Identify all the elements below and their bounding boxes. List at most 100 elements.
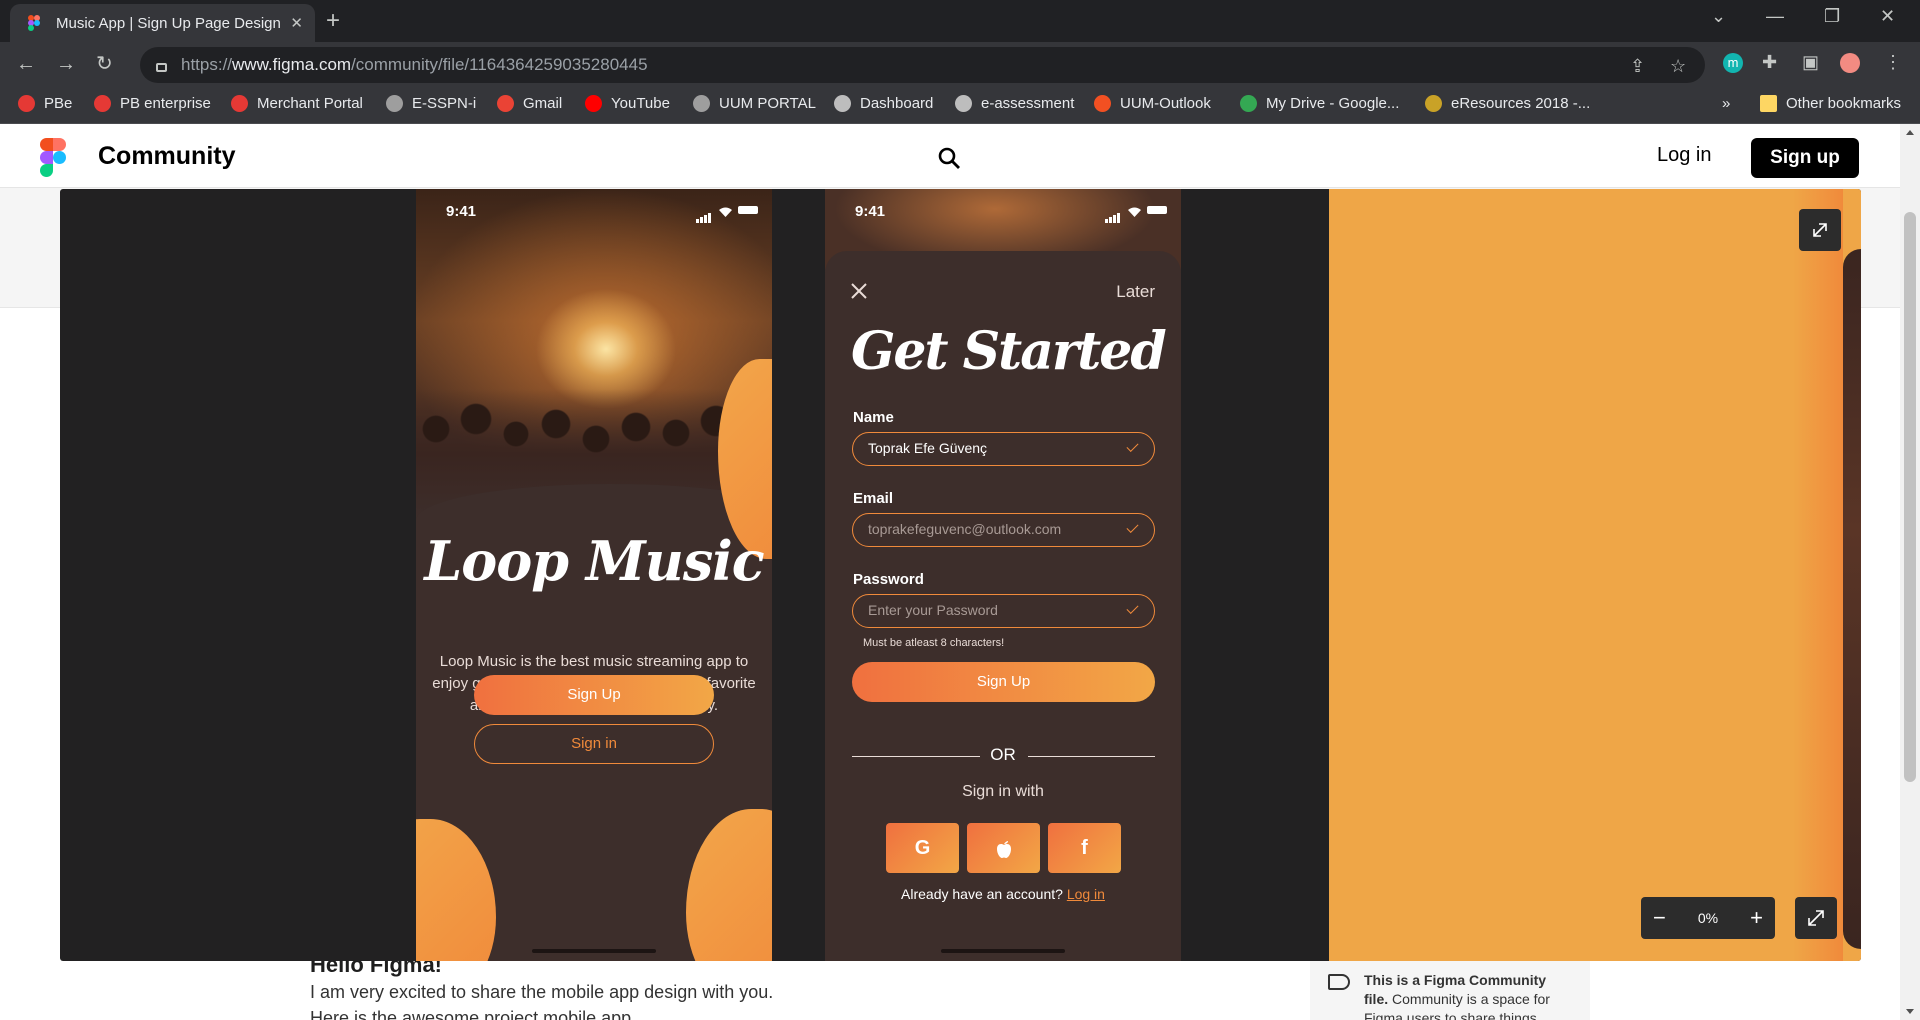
- bookmark-item[interactable]: E-SSPN-i: [386, 95, 476, 112]
- figma-favicon-icon: [26, 15, 42, 31]
- restore-icon[interactable]: ❐: [1824, 6, 1840, 27]
- bookmark-favicon-icon: [497, 95, 514, 112]
- signal-icon: [1105, 205, 1121, 223]
- menu-kebab-icon[interactable]: ⋮: [1884, 52, 1902, 73]
- url-text: https://www.figma.com/community/file/116…: [181, 55, 648, 74]
- name-field[interactable]: Toprak Efe Güvenç: [852, 432, 1155, 466]
- scroll-down-icon[interactable]: [1906, 1009, 1914, 1014]
- bookmark-item[interactable]: UUM PORTAL: [693, 95, 816, 112]
- password-hint: Must be atleast 8 characters!: [863, 637, 1005, 649]
- wifi-icon: [1128, 204, 1141, 217]
- signup-sheet: Later Get Started Name Toprak Efe Güvenç…: [825, 251, 1181, 961]
- bookmark-item[interactable]: UUM-Outlook: [1094, 95, 1211, 112]
- bookmarks-bar: eResources 2018 -... My Drive - Google...…: [0, 88, 1920, 124]
- get-started-title: Get Started: [851, 321, 1167, 382]
- or-separator: OR: [990, 745, 1016, 764]
- wifi-icon: [719, 204, 732, 217]
- frame-gradient-edge: [1793, 189, 1843, 961]
- new-tab-icon[interactable]: +: [326, 8, 340, 34]
- zoom-in-button[interactable]: +: [1750, 907, 1763, 929]
- profile-extension-icon[interactable]: m: [1723, 53, 1743, 73]
- bookmark-item[interactable]: YouTube: [585, 95, 670, 112]
- bookmark-label: E-SSPN-i: [412, 95, 477, 112]
- other-bookmarks-label: Other bookmarks: [1786, 95, 1902, 112]
- bookmark-item[interactable]: Merchant Portal: [231, 95, 363, 112]
- zoom-out-button[interactable]: −: [1653, 907, 1666, 929]
- check-icon: [1126, 520, 1139, 534]
- bookmark-label: eResources 2018 -...: [1451, 95, 1591, 112]
- email-field[interactable]: toprakefeguvenc@outlook.com: [852, 513, 1155, 547]
- bookmark-item[interactable]: Gmail: [497, 95, 562, 112]
- frame-photo-edge: [1843, 249, 1861, 949]
- search-icon[interactable]: [937, 146, 960, 169]
- close-window-icon[interactable]: ✕: [1880, 6, 1895, 27]
- avatar[interactable]: [1840, 53, 1860, 73]
- signal-icon: [696, 205, 712, 223]
- description-text-2: Here is the awesome project mobile app: [310, 1008, 632, 1020]
- signin-with-label: Sign in with: [962, 783, 1044, 800]
- bookmark-favicon-icon: [693, 95, 710, 112]
- forward-icon[interactable]: →: [56, 52, 76, 76]
- page-scrollbar[interactable]: [1900, 124, 1920, 1020]
- bookmark-favicon-icon: [231, 95, 248, 112]
- bookmark-item[interactable]: My Drive - Google...: [1240, 95, 1399, 112]
- back-icon[interactable]: ←: [16, 52, 36, 76]
- prototype-viewer[interactable]: 9:41 Loop Music Loop Music is the best m…: [60, 189, 1861, 961]
- bookmark-label: Gmail: [523, 95, 563, 112]
- bookmark-item[interactable]: eResources 2018 -...: [1425, 95, 1590, 112]
- bookmark-favicon-icon: [386, 95, 403, 112]
- bookmark-item[interactable]: PB enterprise: [94, 95, 211, 112]
- community-notice: This is a Figma Community file. Communit…: [1310, 960, 1590, 1020]
- scrollbar-thumb[interactable]: [1904, 212, 1916, 782]
- name-value: Toprak Efe Güvenç: [868, 440, 988, 456]
- description-text: I am very excited to share the mobile ap…: [310, 982, 774, 1002]
- bookmark-item[interactable]: Dashboard: [834, 95, 933, 112]
- share-icon[interactable]: ⇪: [1630, 56, 1645, 77]
- side-panel-icon[interactable]: ▣: [1802, 52, 1819, 73]
- apple-icon: [995, 837, 1013, 859]
- figma-logo-icon[interactable]: [40, 138, 66, 177]
- scroll-up-icon[interactable]: [1906, 130, 1914, 135]
- close-tab-icon[interactable]: ✕: [290, 14, 303, 32]
- community-title[interactable]: Community: [98, 142, 236, 171]
- bookmark-item[interactable]: PBe: [18, 95, 72, 112]
- facebook-signin-button[interactable]: f: [1048, 823, 1121, 873]
- signup-submit-button[interactable]: Sign Up: [852, 662, 1155, 702]
- tab-search-icon[interactable]: ⌄: [1711, 6, 1726, 27]
- zoom-level[interactable]: 0%: [1698, 910, 1718, 926]
- screen: Music App | Sign Up Page Design ✕ + ⌄ — …: [0, 0, 1920, 1020]
- fullscreen-icon[interactable]: [1795, 897, 1837, 939]
- figma-header: Community Log in Sign up: [0, 124, 1900, 188]
- other-bookmarks[interactable]: Other bookmarks: [1760, 95, 1901, 112]
- check-icon: [1126, 439, 1139, 453]
- close-icon[interactable]: [851, 283, 867, 299]
- extensions-icon[interactable]: ✚: [1762, 52, 1777, 73]
- collapse-icon[interactable]: [1799, 209, 1841, 251]
- signup-button[interactable]: Sign up: [1751, 138, 1859, 178]
- google-icon: G: [914, 837, 931, 859]
- login-link-in-app[interactable]: Log in: [1067, 886, 1105, 902]
- facebook-icon: f: [1081, 837, 1088, 859]
- status-time: 9:41: [855, 203, 886, 220]
- bookmark-item[interactable]: e-assessment: [955, 95, 1074, 112]
- reload-icon[interactable]: ↻: [96, 52, 113, 76]
- welcome-signup-button[interactable]: Sign Up: [474, 675, 714, 715]
- bookmark-label: Dashboard: [860, 95, 934, 112]
- later-button[interactable]: Later: [1116, 282, 1155, 302]
- tab-title: Music App | Sign Up Page Design: [56, 14, 281, 32]
- apple-signin-button[interactable]: [967, 823, 1040, 873]
- browser-tab[interactable]: Music App | Sign Up Page Design ✕: [10, 4, 315, 42]
- bookmark-favicon-icon: [834, 95, 851, 112]
- folder-icon: [1760, 95, 1777, 112]
- more-bookmarks-icon[interactable]: »: [1722, 95, 1730, 112]
- signup-screen: 9:41 Later Get Started Name Toprak Efe G…: [825, 189, 1181, 961]
- check-icon: [1126, 601, 1139, 615]
- megaphone-icon: [1328, 974, 1350, 990]
- address-bar[interactable]: https://www.figma.com/community/file/116…: [140, 47, 1705, 83]
- google-signin-button[interactable]: G: [886, 823, 959, 873]
- minimize-icon[interactable]: —: [1766, 6, 1784, 27]
- bookmark-star-icon[interactable]: ☆: [1670, 56, 1686, 77]
- login-link[interactable]: Log in: [1657, 144, 1712, 167]
- password-field[interactable]: Enter your Password: [852, 594, 1155, 628]
- welcome-signin-button[interactable]: Sign in: [474, 724, 714, 764]
